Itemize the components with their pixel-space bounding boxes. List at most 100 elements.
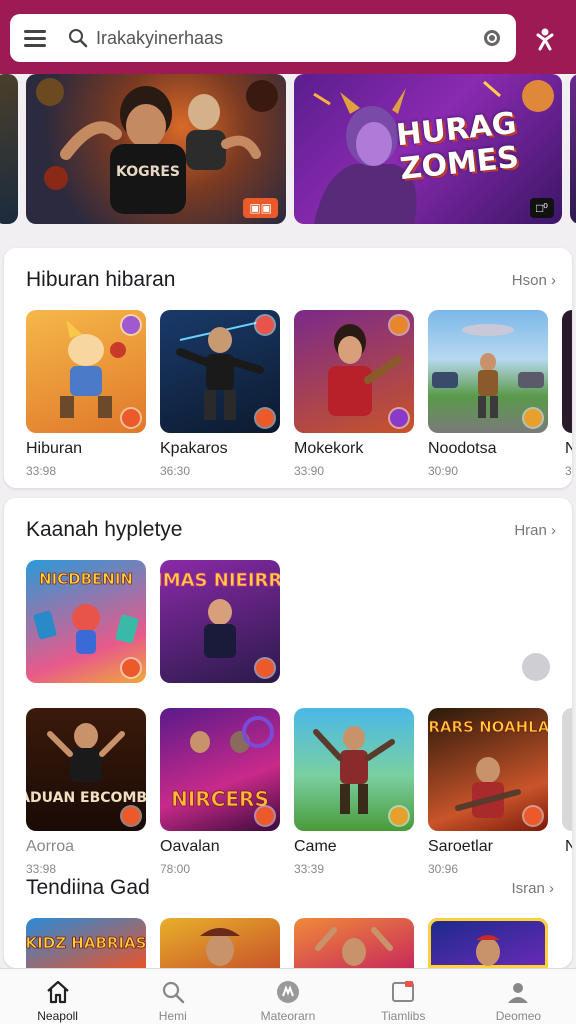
tile-logo-text: NIRCERS bbox=[171, 787, 269, 811]
scroll-indicator[interactable] bbox=[522, 653, 550, 681]
section-see-more[interactable]: Isran › bbox=[511, 880, 554, 897]
featured-banner-1[interactable]: KOGRES ▣▣ bbox=[26, 74, 286, 224]
game-title: Kpakaros bbox=[160, 440, 228, 457]
controller-icon bbox=[277, 981, 299, 1003]
badge-dot bbox=[256, 807, 274, 825]
nav-label: Deomeo bbox=[495, 1009, 542, 1023]
section-title: Tendiina Gad bbox=[26, 876, 150, 899]
badge-dot bbox=[524, 409, 542, 427]
badge-dot bbox=[256, 409, 274, 427]
game-meta: 78:00 bbox=[160, 862, 191, 876]
badge-dot bbox=[256, 659, 274, 677]
game-meta: 30:96 bbox=[428, 862, 459, 876]
game-title: N bbox=[565, 440, 572, 457]
section-see-more[interactable]: Hran › bbox=[514, 522, 556, 539]
account-icon[interactable] bbox=[532, 26, 558, 52]
banner-badge: □⁰ bbox=[529, 198, 554, 218]
game-artwork bbox=[200, 928, 240, 966]
game-artwork: KIDZ HABRIAS bbox=[26, 934, 146, 953]
game-tile[interactable]: NICDBENIN bbox=[26, 560, 146, 683]
game-meta: 33:98 bbox=[26, 862, 57, 876]
chevron-right-icon: › bbox=[551, 272, 556, 289]
badge-dot bbox=[122, 316, 140, 334]
library-icon bbox=[392, 981, 415, 1002]
game-meta: 3 bbox=[565, 464, 572, 478]
see-more-label: Isran bbox=[511, 880, 545, 897]
game-title: Came bbox=[294, 838, 337, 855]
game-meta: 33:90 bbox=[294, 464, 325, 478]
game-tile[interactable] bbox=[294, 918, 414, 968]
game-title: Hiburan bbox=[26, 440, 83, 457]
tile-logo-text: NICDBENIN bbox=[39, 570, 133, 588]
game-tile[interactable]: BIADUAN EBCOMBAR bbox=[26, 708, 146, 831]
nav-search[interactable]: Hemi bbox=[115, 969, 230, 1024]
chevron-right-icon: › bbox=[551, 522, 556, 539]
game-tile[interactable] bbox=[562, 310, 572, 433]
game-tile[interactable] bbox=[428, 310, 548, 433]
nav-games[interactable]: Mateorarn bbox=[230, 969, 345, 1024]
badge-dot bbox=[256, 316, 274, 334]
bottom-navigation: Neapoll Hemi Mateorarn Tiamlibs Deomeo bbox=[0, 968, 576, 1024]
game-tile[interactable] bbox=[160, 310, 280, 433]
badge-dot bbox=[524, 807, 542, 825]
game-artwork bbox=[315, 927, 393, 966]
game-meta: 36:30 bbox=[160, 464, 191, 478]
game-meta: 33:39 bbox=[294, 862, 325, 876]
game-tile[interactable]: NIRCERS bbox=[160, 708, 280, 831]
search-icon bbox=[162, 981, 185, 1004]
person-icon bbox=[508, 983, 529, 1003]
home-icon bbox=[46, 980, 69, 1004]
search-input[interactable] bbox=[96, 27, 482, 49]
featured-banner-2[interactable]: HURAG ZOMES □⁰ bbox=[294, 74, 562, 224]
voice-search-icon[interactable] bbox=[482, 28, 502, 48]
search-bar[interactable] bbox=[10, 14, 516, 62]
tile-logo-text: BIADUAN EBCOMBAR bbox=[26, 790, 146, 806]
badge-dot bbox=[390, 409, 408, 427]
game-tile[interactable] bbox=[428, 918, 548, 968]
featured-banner-edge[interactable] bbox=[0, 74, 18, 224]
badge-dot bbox=[122, 807, 140, 825]
badge-dot bbox=[122, 409, 140, 427]
nav-label: Mateorarn bbox=[260, 1009, 316, 1023]
game-tile[interactable] bbox=[562, 708, 572, 831]
see-more-label: Hran bbox=[514, 522, 547, 539]
nav-label: Neapoll bbox=[37, 1009, 78, 1023]
game-title: Oavalan bbox=[160, 838, 220, 855]
featured-carousel: KOGRES ▣▣ HURAG ZOMES □⁰ bbox=[0, 74, 576, 226]
tile-logo-text: MIMAS NIEIRRIS bbox=[160, 570, 280, 591]
game-tile[interactable]: DRARS NOAHLAS bbox=[428, 708, 548, 831]
game-tile[interactable]: MIMAS NIEIRRIS bbox=[160, 560, 280, 683]
search-icon bbox=[69, 29, 88, 48]
banner-game-title: HURAG ZOMES bbox=[394, 105, 521, 188]
game-tile[interactable] bbox=[294, 708, 414, 831]
svg-text:KOGRES: KOGRES bbox=[116, 164, 180, 180]
hamburger-menu-icon[interactable] bbox=[24, 30, 46, 47]
section-title: Kaanah hypletye bbox=[26, 518, 183, 541]
banner-badge: ▣▣ bbox=[243, 198, 278, 218]
game-tile[interactable] bbox=[160, 918, 280, 968]
game-meta: 30:90 bbox=[428, 464, 459, 478]
section-card: Hiburan hibaran Hson › Hiburan 33:98 Kpa… bbox=[4, 248, 572, 488]
tile-logo-text: DRARS NOAHLAS bbox=[428, 718, 548, 736]
game-title: Mokekork bbox=[294, 440, 364, 457]
game-title: Aorroa bbox=[26, 838, 75, 855]
game-title: N bbox=[565, 838, 572, 855]
badge-dot bbox=[122, 659, 140, 677]
game-meta: 33:98 bbox=[26, 464, 57, 478]
featured-banner-edge[interactable] bbox=[570, 74, 576, 224]
nav-profile[interactable]: Deomeo bbox=[461, 969, 576, 1024]
badge-dot bbox=[390, 807, 408, 825]
chevron-right-icon: › bbox=[549, 880, 554, 897]
badge-dot bbox=[390, 316, 408, 334]
section-see-more[interactable]: Hson › bbox=[512, 272, 556, 289]
see-more-label: Hson bbox=[511, 272, 547, 289]
game-tile[interactable] bbox=[26, 310, 146, 433]
nav-library[interactable]: Tiamlibs bbox=[346, 969, 461, 1024]
game-tile[interactable] bbox=[294, 310, 414, 433]
game-title: Saroetlar bbox=[428, 838, 493, 855]
nav-label: Tiamlibs bbox=[381, 1009, 426, 1023]
game-artwork bbox=[476, 935, 500, 966]
nav-home[interactable]: Neapoll bbox=[0, 969, 115, 1024]
game-title: Noodotsa bbox=[428, 440, 497, 457]
game-tile[interactable]: KIDZ HABRIAS bbox=[26, 918, 146, 968]
